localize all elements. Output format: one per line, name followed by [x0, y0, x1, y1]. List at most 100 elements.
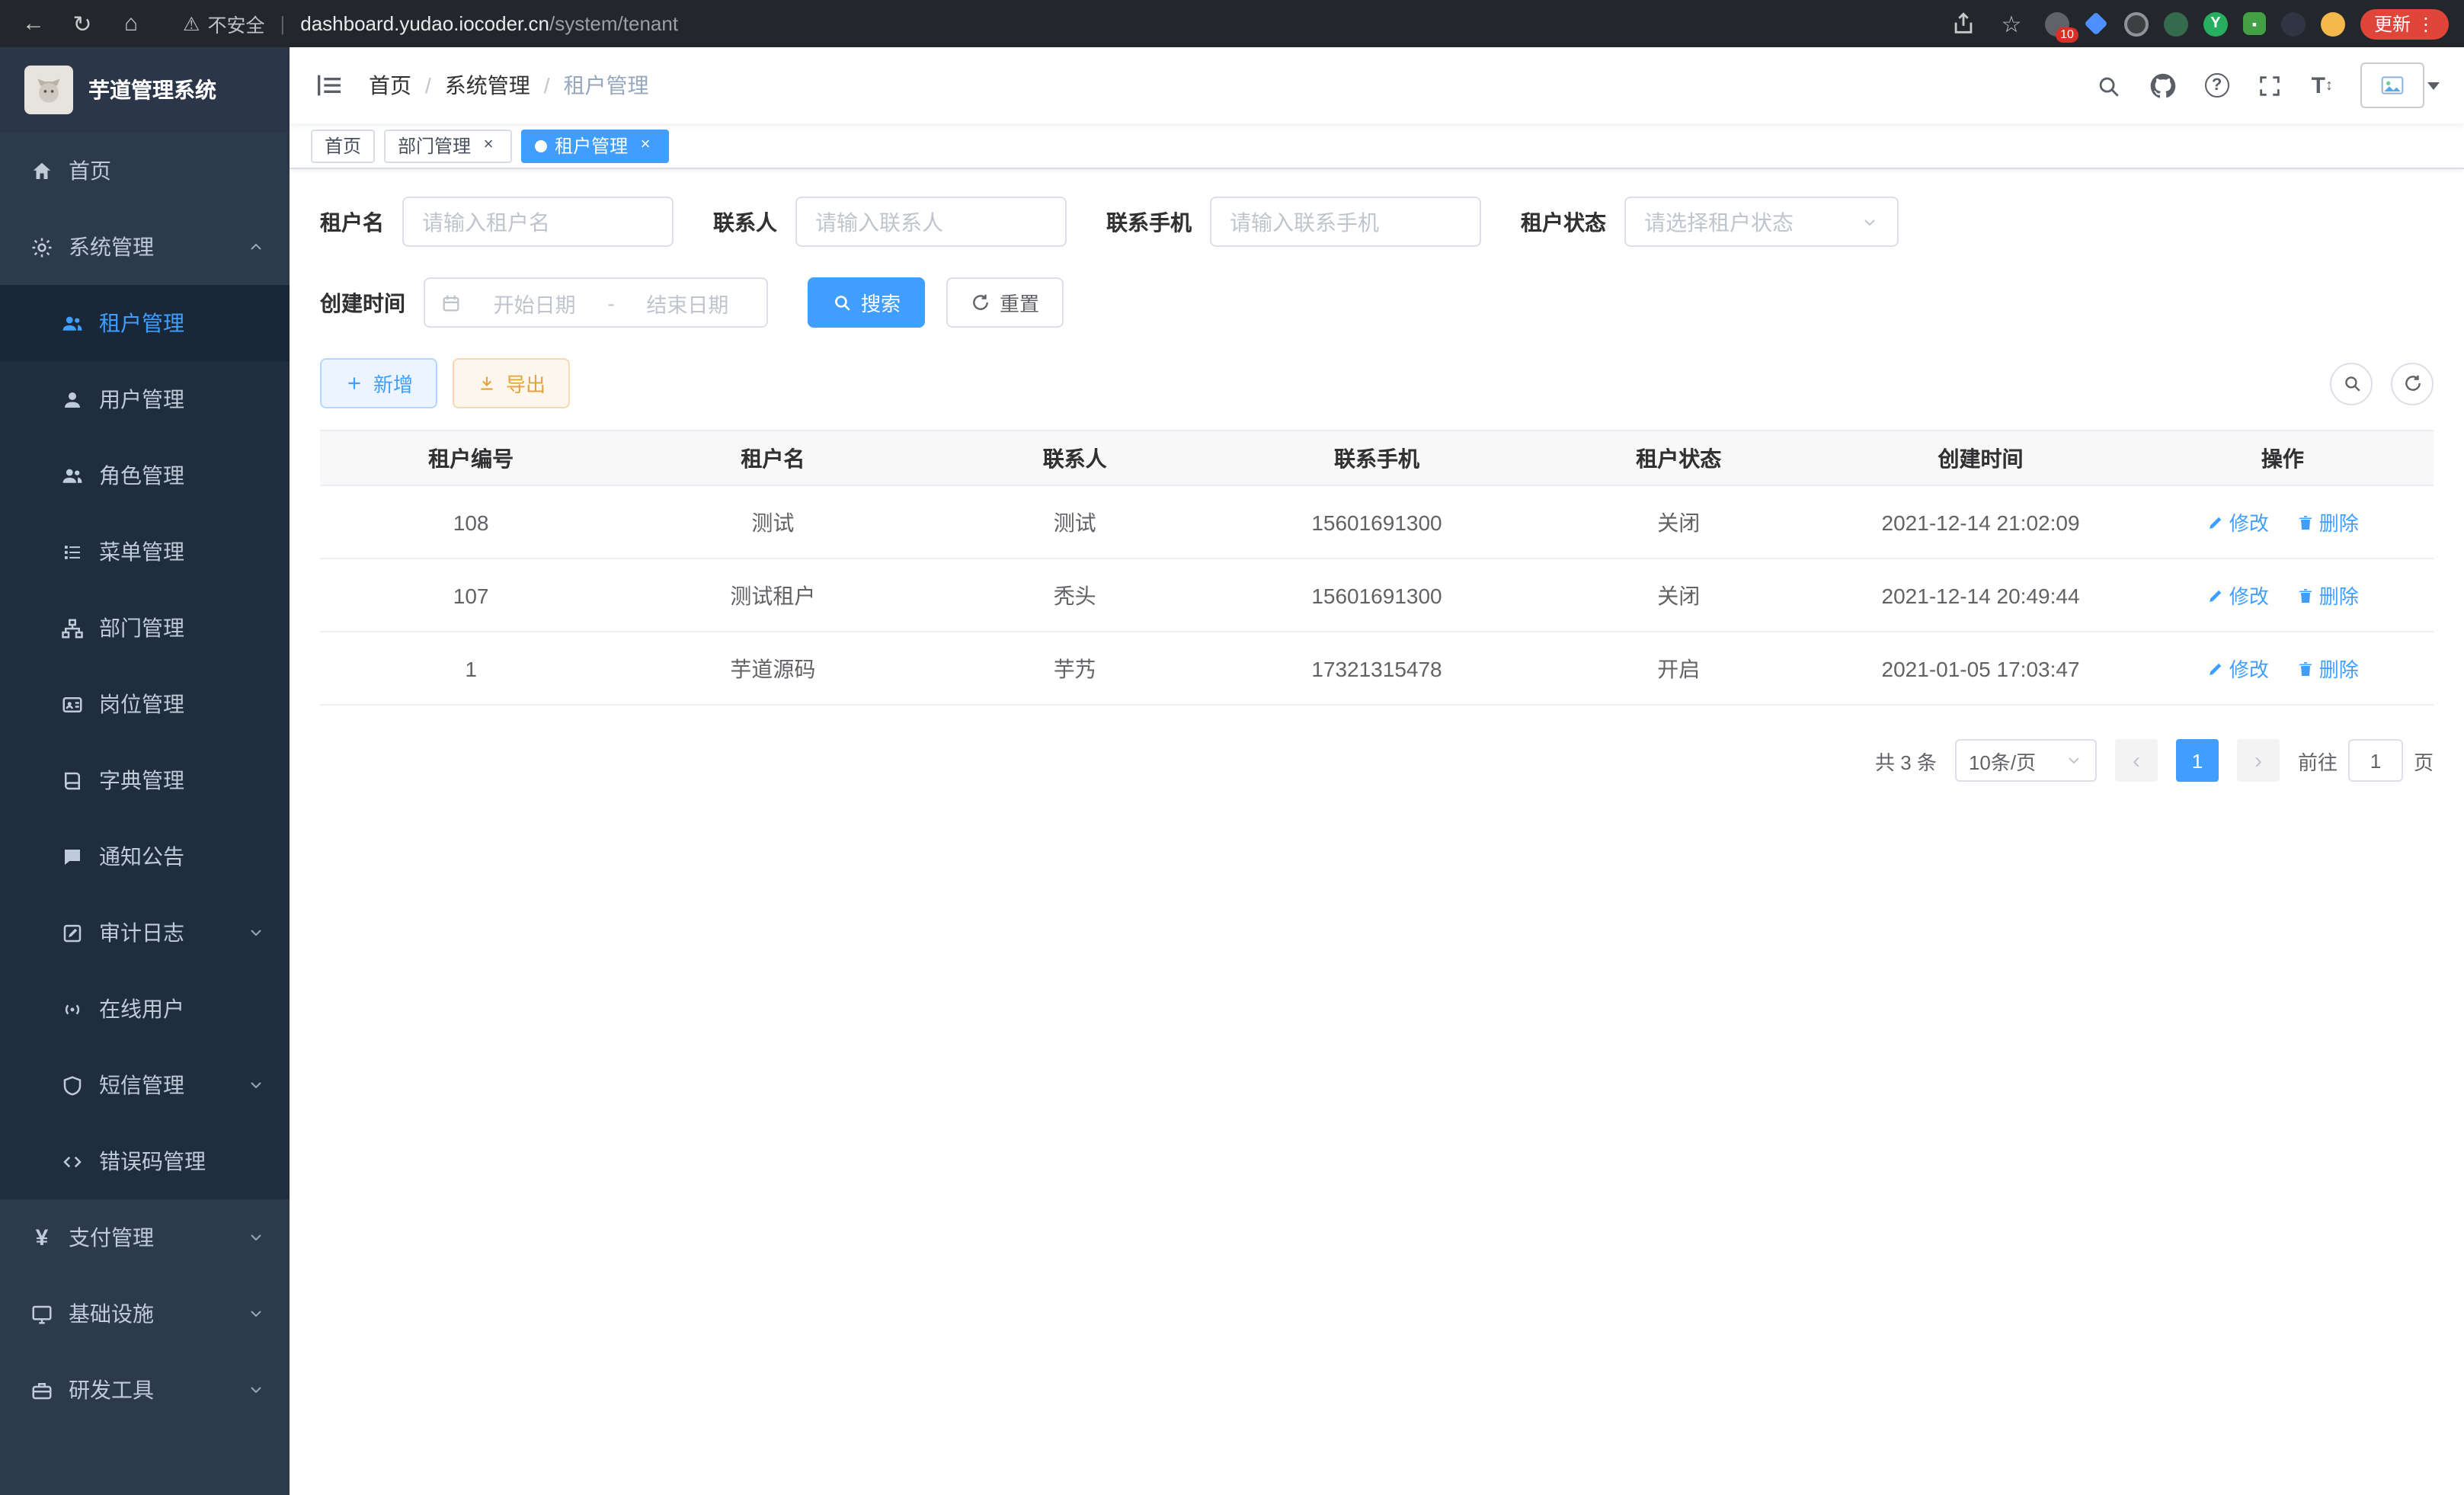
tenant-name-label: 租户名 — [320, 206, 384, 237]
col-tenant-name: 租户名 — [622, 431, 923, 485]
gear-icon — [30, 235, 53, 258]
chevron-up-icon — [247, 238, 265, 256]
address-bar[interactable]: ⚠ 不安全 | dashboard.yudao.iocoder.cn/syste… — [162, 9, 1938, 38]
extension-green-square-icon[interactable]: ▪ — [2243, 12, 2266, 35]
browser-profile-avatar[interactable] — [2321, 11, 2345, 36]
sidebar-item-error-code[interactable]: 错误码管理 — [0, 1123, 290, 1199]
browser-actions: ☆ 10 Y ▪ 更新 ⋮ — [1950, 5, 2449, 42]
document-edit-icon — [61, 921, 84, 944]
goto-page-input[interactable] — [2348, 739, 2403, 782]
sidebar-logo[interactable]: 芋道管理系统 — [0, 47, 290, 133]
breadcrumb-system[interactable]: 系统管理 — [445, 70, 530, 101]
cell-created: 2021-01-05 17:03:47 — [1829, 632, 2131, 705]
app-title: 芋道管理系统 — [88, 75, 216, 105]
sidebar-item-menu-management[interactable]: 菜单管理 — [0, 514, 290, 590]
table-toolbar: 新增 导出 — [320, 358, 2434, 408]
share-icon[interactable] — [1950, 10, 1978, 37]
phone-label: 联系手机 — [1106, 206, 1192, 237]
extension-green-y-icon[interactable]: Y — [2203, 11, 2228, 36]
github-icon[interactable] — [2150, 72, 2178, 99]
cell-contact: 秃头 — [924, 559, 1226, 632]
sidebar-item-tenant-management[interactable]: 租户管理 — [0, 285, 290, 361]
contact-input[interactable] — [795, 197, 1067, 247]
plus-icon — [344, 373, 364, 393]
back-icon[interactable]: ← — [15, 5, 52, 42]
sidebar-item-sms-management[interactable]: 短信管理 — [0, 1047, 290, 1123]
sidebar-item-notice[interactable]: 通知公告 — [0, 818, 290, 895]
extension-adblock-icon[interactable]: 10 — [2045, 11, 2069, 36]
bookmark-star-icon[interactable]: ☆ — [1993, 5, 2030, 42]
delete-link[interactable]: 删除 — [2296, 581, 2359, 610]
font-size-icon[interactable]: T↕ — [2312, 72, 2333, 98]
next-page-button[interactable]: › — [2237, 739, 2280, 782]
home-icon[interactable]: ⌂ — [113, 5, 149, 42]
sidebar-group-devtools[interactable]: 研发工具 — [0, 1352, 290, 1428]
reload-icon[interactable]: ↻ — [64, 5, 101, 42]
extension-dark-green-icon[interactable] — [2164, 11, 2188, 36]
user-avatar[interactable] — [2360, 62, 2424, 108]
delete-link[interactable]: 删除 — [2296, 654, 2359, 683]
sidebar-group-system[interactable]: 系统管理 — [0, 209, 290, 285]
refresh-table-button[interactable] — [2391, 362, 2434, 405]
sidebar-item-dept-management[interactable]: 部门管理 — [0, 590, 290, 666]
filter-row-1: 租户名 联系人 联系手机 租户状态 请选择租户状态 — [320, 197, 2434, 247]
goto-label: 前往 — [2298, 746, 2338, 775]
trash-icon — [2296, 513, 2315, 531]
page-1-button[interactable]: 1 — [2176, 739, 2219, 782]
extension-diamond-icon[interactable] — [2085, 11, 2109, 36]
export-button[interactable]: 导出 — [453, 358, 570, 408]
tab-dept-management[interactable]: 部门管理 × — [384, 129, 512, 162]
phone-input[interactable] — [1210, 197, 1481, 247]
sidebar-item-user-management[interactable]: 用户管理 — [0, 361, 290, 437]
list-icon — [61, 540, 84, 563]
cell-tenant-name: 测试 — [622, 485, 923, 559]
extension-dark-ring-icon[interactable] — [2124, 11, 2149, 36]
status-select[interactable]: 请选择租户状态 — [1624, 197, 1899, 247]
sidebar-item-post-management[interactable]: 岗位管理 — [0, 666, 290, 742]
kebab-menu-icon[interactable]: ⋮ — [2417, 13, 2435, 34]
close-icon[interactable]: × — [478, 136, 498, 155]
sidebar-group-infrastructure[interactable]: 基础设施 — [0, 1276, 290, 1352]
sidebar-collapse-icon[interactable] — [314, 70, 344, 101]
sidebar-item-label: 菜单管理 — [99, 536, 184, 567]
pencil-icon — [2206, 586, 2225, 604]
sidebar-item-audit-log[interactable]: 审计日志 — [0, 895, 290, 971]
cell-status: 关闭 — [1528, 559, 1829, 632]
refresh-icon — [971, 293, 990, 312]
goto-page: 前往 页 — [2298, 739, 2434, 782]
edit-link[interactable]: 修改 — [2206, 507, 2269, 536]
security-warning[interactable]: ⚠ 不安全 — [183, 9, 264, 38]
sidebar-item-online-users[interactable]: 在线用户 — [0, 971, 290, 1047]
date-range-picker[interactable]: 开始日期 - 结束日期 — [424, 277, 768, 328]
sidebar-group-payment[interactable]: ¥ 支付管理 — [0, 1199, 290, 1276]
help-icon[interactable]: ? — [2205, 73, 2229, 98]
sidebar-item-role-management[interactable]: 角色管理 — [0, 437, 290, 514]
breadcrumb-current: 租户管理 — [564, 70, 649, 101]
page-size-select[interactable]: 10条/页 — [1955, 739, 2097, 782]
edit-link[interactable]: 修改 — [2206, 654, 2269, 683]
fullscreen-icon[interactable] — [2257, 72, 2284, 99]
add-button[interactable]: 新增 — [320, 358, 437, 408]
delete-link[interactable]: 删除 — [2296, 507, 2359, 536]
browser-update-button[interactable]: 更新 ⋮ — [2360, 8, 2449, 39]
close-icon[interactable]: × — [635, 136, 655, 155]
search-button-label: 搜索 — [861, 288, 901, 317]
search-button[interactable]: 搜索 — [808, 277, 925, 328]
tab-home[interactable]: 首页 — [311, 129, 375, 162]
sidebar-item-home[interactable]: 首页 — [0, 133, 290, 209]
sidebar-item-dict-management[interactable]: 字典管理 — [0, 742, 290, 818]
contact-label: 联系人 — [713, 206, 777, 237]
prev-page-button[interactable]: ‹ — [2115, 739, 2158, 782]
id-badge-icon — [61, 693, 84, 715]
user-menu[interactable] — [2360, 62, 2440, 108]
breadcrumb: 首页 / 系统管理 / 租户管理 — [369, 70, 649, 101]
edit-link[interactable]: 修改 — [2206, 581, 2269, 610]
extension-paw-icon[interactable] — [2281, 11, 2306, 36]
tab-tenant-management[interactable]: 租户管理 × — [521, 129, 669, 162]
breadcrumb-home[interactable]: 首页 — [369, 70, 411, 101]
tenant-name-input[interactable] — [402, 197, 674, 247]
reset-button[interactable]: 重置 — [946, 277, 1064, 328]
search-toggle-button[interactable] — [2330, 362, 2373, 405]
sidebar-item-label: 在线用户 — [99, 994, 184, 1024]
search-icon[interactable] — [2095, 72, 2123, 99]
